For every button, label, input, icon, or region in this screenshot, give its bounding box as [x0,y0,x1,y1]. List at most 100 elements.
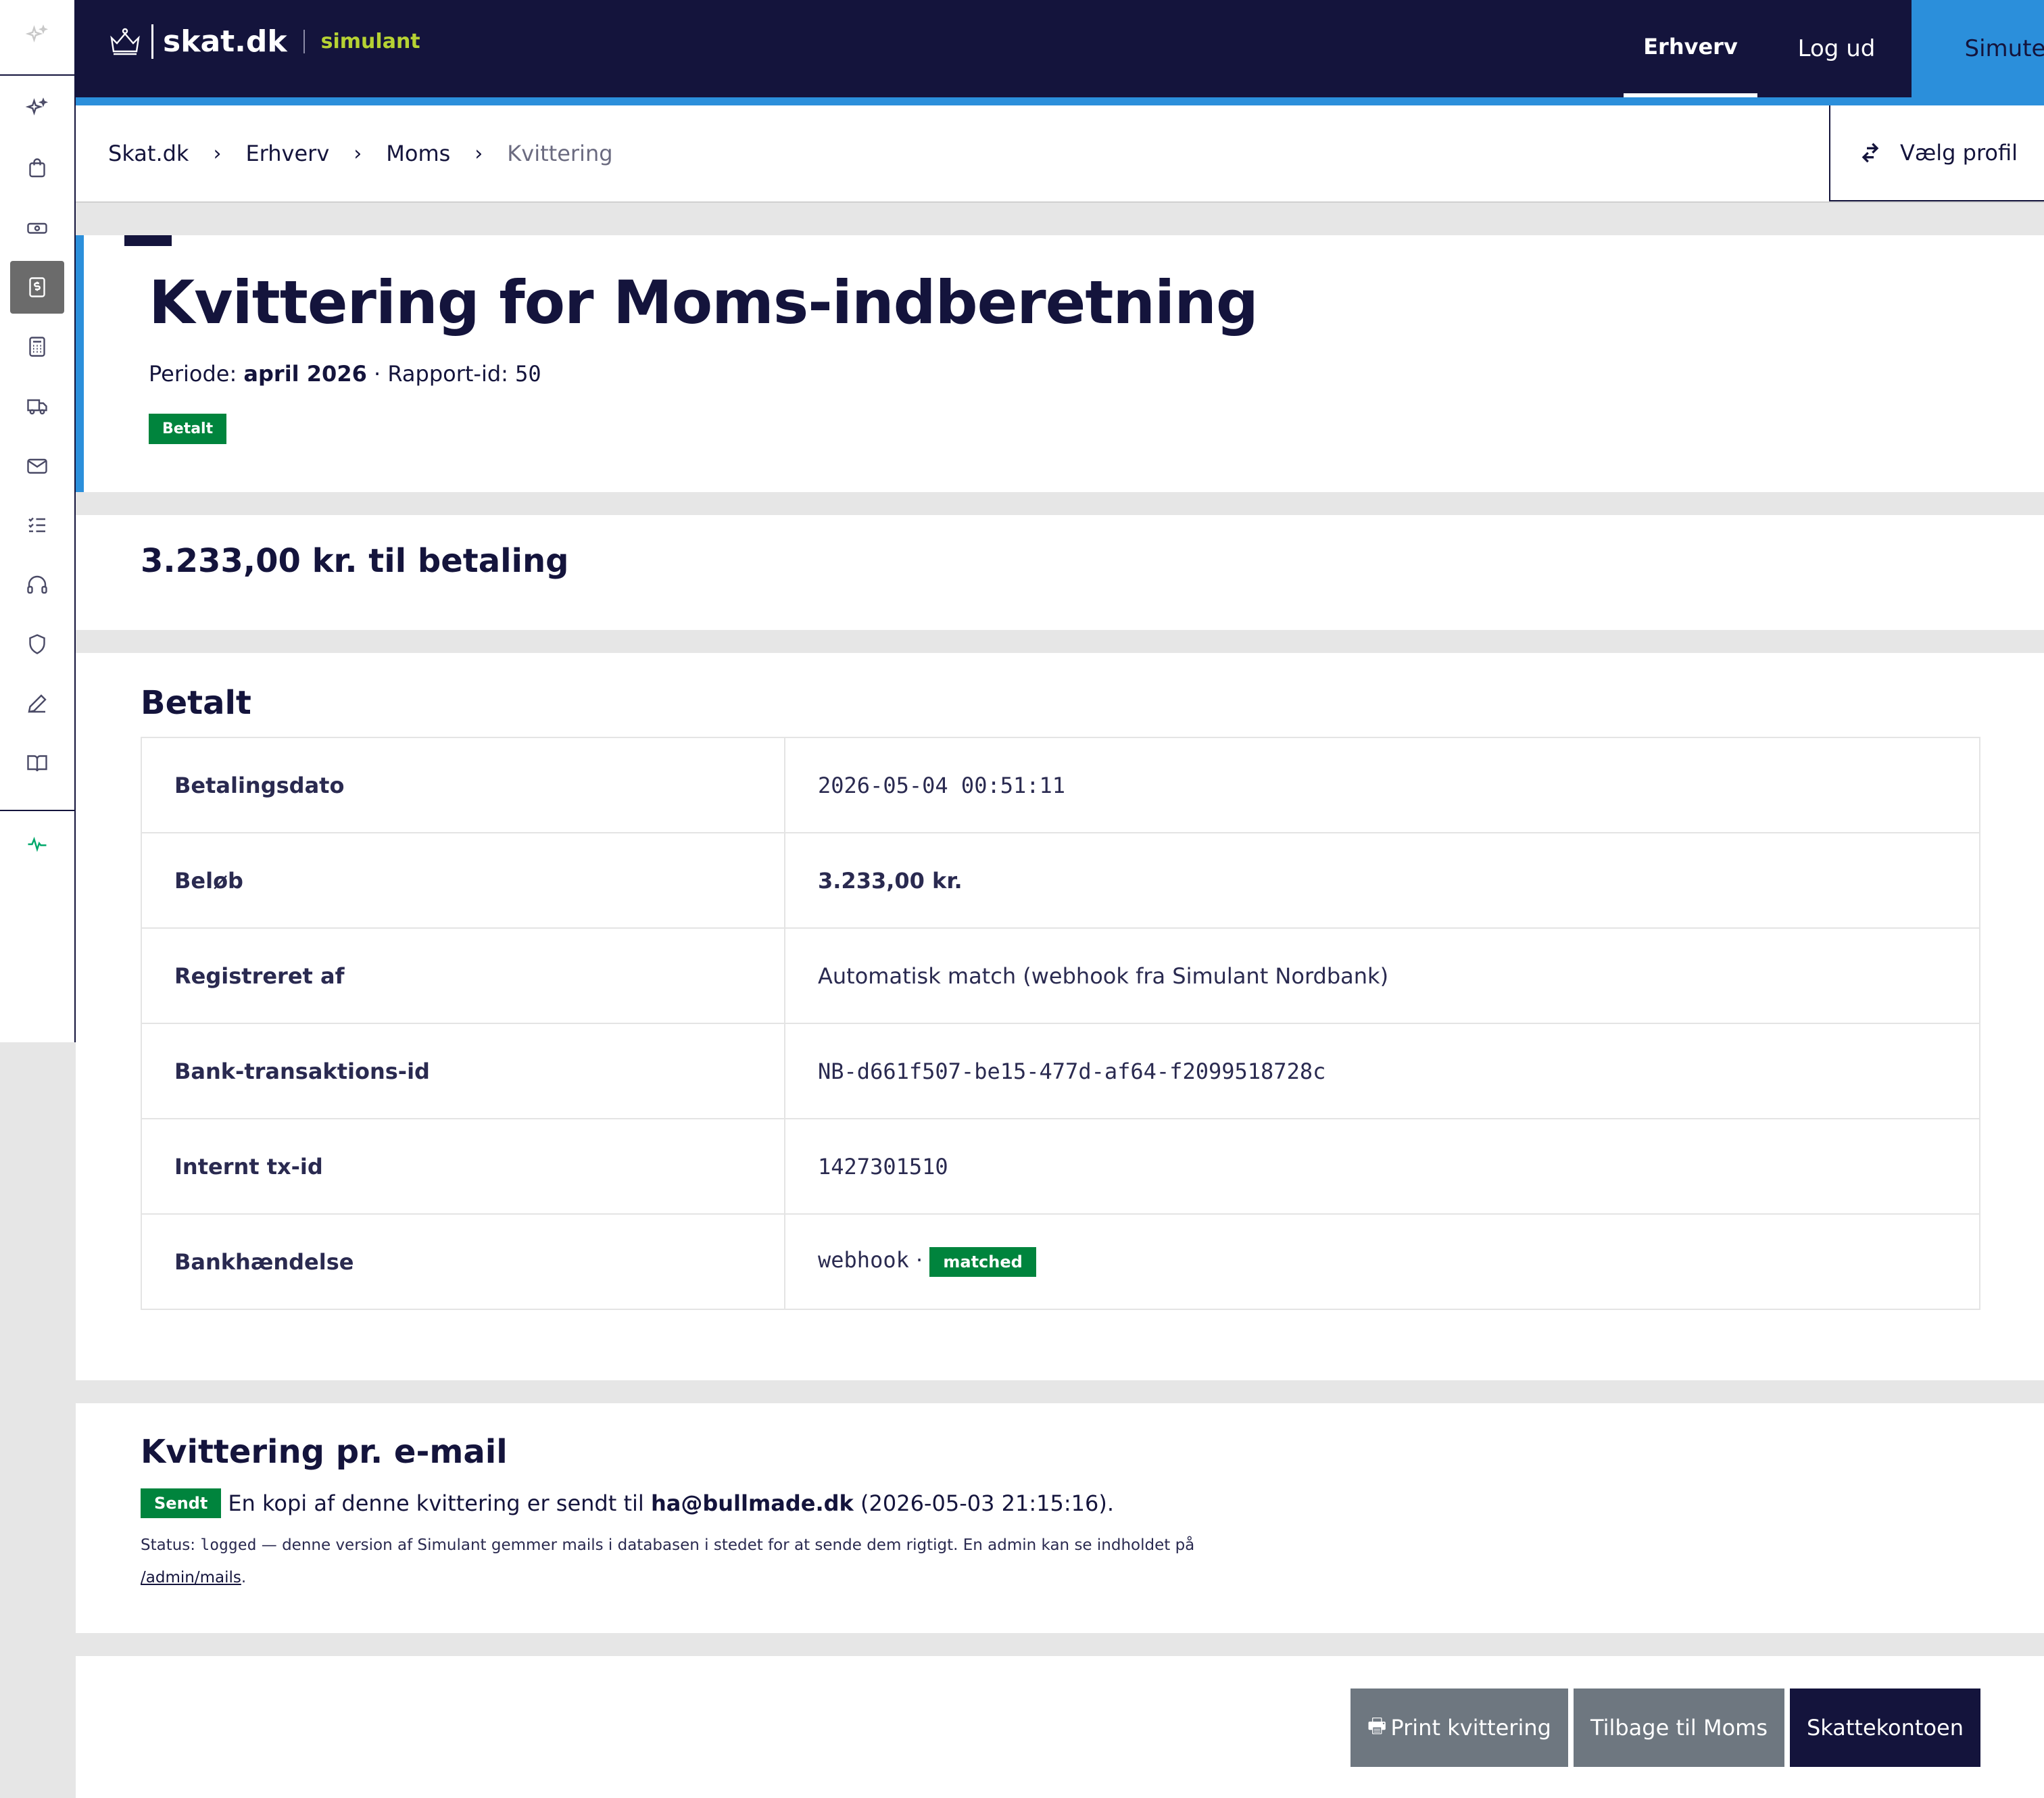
matched-badge: matched [929,1246,1036,1277]
email-sent-text: En kopi af denne kvittering er sendt til [228,1490,644,1516]
row-value: webhook · matched [784,1213,1980,1310]
activity-icon [28,836,47,852]
print-receipt-button[interactable]: 🖶 Print kvittering [1350,1688,1568,1767]
row-value: 3.233,00 kr. [784,832,1980,929]
logout-link[interactable]: Log ud [1772,0,1901,97]
rail-item-calculator[interactable] [10,320,64,373]
print-label: Print kvittering [1390,1715,1551,1741]
breadcrumb-erhverv[interactable]: Erhverv [245,141,329,166]
chevron-right-icon: › [474,141,483,166]
chevron-right-icon: › [354,141,362,166]
shield-icon [29,634,45,654]
skat-logo[interactable]: skat.dk simulant [108,24,420,59]
payment-details-table: Betalingsdato 2026-05-04 00:51:11 Beløb … [141,737,1980,1310]
printer-icon: 🖶 [1367,1714,1387,1738]
truck-icon [27,399,47,415]
choose-profile-button[interactable]: Vælg profil [1829,105,2044,201]
shopping-bag-icon [29,158,45,178]
status-prefix: Status: [141,1536,196,1554]
period-label: Periode: [149,361,237,387]
rail-item-shop[interactable] [10,142,64,195]
actions-section: 🖶 Print kvittering Tilbage til Moms Skat… [76,1656,2044,1798]
page-title: Kvittering for Moms-indberetning [149,268,1259,337]
crown-icon [110,28,140,55]
calculator-icon [29,337,45,357]
row-value: NB-d661f507-be15-477d-af64-f2099518728c [784,1023,1980,1119]
row-key: Beløb [141,832,785,929]
breadcrumb-current: Kvittering [507,141,613,166]
table-row: Internt tx-id 1427301510 [141,1118,1980,1215]
cash-icon [27,222,47,234]
headset-icon [27,575,47,594]
top-navigation-bar: skat.dk simulant Erhverv Log ud Simutest [76,0,2044,105]
amount-section: 3.233,00 kr. til betaling [76,515,2044,630]
status-period: . [241,1569,247,1586]
period-line: Periode: april 2026 · Rapport-id: 50 [149,361,541,387]
email-sent-line: Sendt En kopi af denne kvittering er sen… [141,1488,1114,1518]
table-row: Bankhændelse webhook · matched [141,1213,1980,1310]
checklist-icon [28,517,45,533]
row-value: 2026-05-04 00:51:11 [784,737,1980,833]
amount-to-pay: 3.233,00 kr. til betaling [141,542,569,580]
admin-mails-link[interactable]: /admin/mails [141,1569,241,1586]
table-row: Registreret af Automatisk match (webhook… [141,927,1980,1024]
report-id-label: · Rapport-id: [374,361,508,387]
breadcrumb-skat[interactable]: Skat.dk [108,141,189,166]
simutest-button[interactable]: Simutest [1912,0,2044,97]
rail-item-transport[interactable] [10,380,64,433]
pen-icon [28,694,47,713]
rail-top [0,0,74,76]
row-key: Betalingsdato [141,737,785,833]
chevron-right-icon: › [213,141,222,166]
bank-event-separator: · [916,1246,923,1273]
sent-badge: Sendt [141,1488,222,1518]
book-icon [27,755,47,772]
email-receipt-heading: Kvittering pr. e-mail [141,1433,508,1471]
nav-erhverv[interactable]: Erhverv [1624,0,1757,97]
rail-item-support[interactable] [10,558,64,611]
rail-item-security[interactable] [10,618,64,671]
rail-item-activity[interactable] [10,818,64,871]
sparkle-icon[interactable] [25,24,49,51]
table-row: Betalingsdato 2026-05-04 00:51:11 [141,737,1980,833]
report-id-value: 50 [515,361,541,387]
row-value: 1427301510 [784,1118,1980,1215]
email-sent-at: (2026-05-03 21:15:16). [860,1490,1114,1516]
breadcrumb: Skat.dk › Erhverv › Moms › Kvittering [108,105,613,201]
choose-profile-label: Vælg profil [1899,140,2018,166]
back-to-moms-button[interactable]: Tilbage til Moms [1574,1688,1784,1767]
title-accent-tab [124,235,172,246]
rail-item-edit[interactable] [10,677,64,730]
row-key: Registreret af [141,927,785,1024]
left-rail [0,0,76,1042]
tax-account-button[interactable]: Skattekontoen [1790,1688,1980,1767]
email-receipt-section: Kvittering pr. e-mail Sendt En kopi af d… [76,1403,2044,1633]
status-text: — denne version af Simulant gemmer mails… [261,1536,1195,1554]
row-value: Automatisk match (webhook fra Simulant N… [784,927,1980,1024]
breadcrumb-moms[interactable]: Moms [386,141,450,166]
rail-item-guide[interactable] [10,737,64,789]
dollar-document-icon [29,277,45,297]
row-key: Bankhændelse [141,1213,785,1310]
brand-name: skat.dk [151,24,287,59]
sparkle-icon [25,97,49,116]
bank-event-type: webhook [818,1246,909,1273]
rail-item-tax[interactable] [10,261,64,314]
brand-sub: simulant [303,30,420,53]
receipt-header-section: Kvittering for Moms-indberetning Periode… [76,235,2044,492]
email-status-note: Status: logged — denne version af Simula… [141,1529,1249,1594]
row-key: Internt tx-id [141,1118,785,1215]
breadcrumb-bar: Skat.dk › Erhverv › Moms › Kvittering Væ… [76,105,2044,203]
rail-item-mail[interactable] [10,439,64,492]
email-address: ha@bullmade.dk [650,1490,854,1516]
rail-item-ai[interactable] [10,82,64,135]
paid-heading: Betalt [141,684,251,722]
table-row: Bank-transaktions-id NB-d661f507-be15-47… [141,1023,1980,1119]
swap-arrows-icon [1862,143,1879,163]
period-value: april 2026 [243,361,367,387]
status-badge: Betalt [149,414,227,444]
row-key: Bank-transaktions-id [141,1023,785,1119]
rail-item-cash[interactable] [10,201,64,254]
rail-divider [0,810,74,811]
rail-item-tasks[interactable] [10,499,64,552]
